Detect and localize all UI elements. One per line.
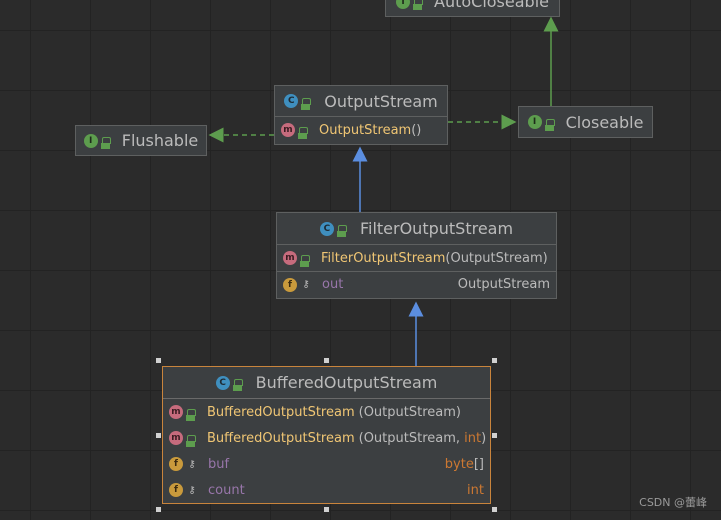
method-row[interactable]: m BufferedOutputStream (OutputStream): [163, 399, 490, 425]
public-lock-icon: [544, 118, 555, 131]
protected-key-icon: ⚷: [188, 484, 196, 496]
public-lock-icon: [186, 434, 196, 447]
method-params: (OutputStream): [358, 404, 461, 420]
resize-handle-w[interactable]: [156, 433, 161, 438]
method-name: BufferedOutputStream: [207, 404, 355, 420]
class-icon: C: [319, 221, 334, 236]
field-row[interactable]: f ⚷ buf byte[]: [163, 451, 490, 477]
method-row[interactable]: m BufferedOutputStream (OutputStream, in…: [163, 425, 490, 451]
resize-handle-se[interactable]: [492, 507, 497, 512]
resize-handle-s[interactable]: [324, 507, 329, 512]
field-type: OutputStream: [457, 277, 550, 292]
node-bufferedoutputstream-title: BufferedOutputStream: [255, 373, 438, 392]
node-flushable-header: I Flushable: [76, 126, 206, 155]
abstract-class-icon: C: [284, 94, 299, 108]
field-name: buf: [208, 456, 230, 472]
watermark: CSDN @蕾峰: [639, 496, 707, 509]
method-params-suffix: ): [481, 430, 487, 446]
public-lock-icon: [232, 379, 243, 391]
method-icon: m: [283, 251, 297, 265]
public-lock-icon: [298, 126, 308, 139]
field-type-suffix: []: [473, 456, 484, 472]
public-lock-icon: [413, 0, 423, 10]
node-filteroutputstream-title: FilterOutputStream: [359, 219, 514, 238]
node-outputstream-header: C OutputStream: [275, 86, 447, 117]
field-name: out: [322, 277, 344, 292]
field-type-keyword: int: [467, 482, 484, 498]
node-autocloseable[interactable]: I AutoCloseable: [385, 0, 560, 17]
method-name: BufferedOutputStream: [207, 430, 355, 446]
node-closeable[interactable]: I Closeable: [518, 106, 653, 138]
method-name: FilterOutputStream: [321, 250, 446, 266]
resize-handle-ne[interactable]: [492, 358, 497, 363]
field-row[interactable]: f ⚷ out OutputStream: [277, 271, 556, 297]
field-icon: f: [169, 483, 183, 497]
field-type-keyword: byte: [444, 456, 474, 472]
public-lock-icon: [100, 137, 111, 149]
method-row[interactable]: m FilterOutputStream (OutputStream): [277, 245, 556, 271]
public-lock-icon: [336, 225, 347, 237]
node-autocloseable-title: AutoCloseable: [434, 0, 549, 11]
resize-handle-sw[interactable]: [156, 507, 161, 512]
node-bufferedoutputstream-header: C BufferedOutputStream: [163, 367, 490, 399]
node-closeable-header: I Closeable: [519, 107, 652, 137]
field-icon: f: [283, 277, 297, 292]
method-params-keyword: int: [464, 430, 482, 446]
class-icon: C: [215, 375, 230, 390]
method-params-prefix: (OutputStream,: [358, 430, 465, 446]
method-icon: m: [169, 405, 183, 419]
node-outputstream-title: OutputStream: [324, 91, 438, 111]
node-outputstream[interactable]: C OutputStream m OutputStream(): [274, 85, 448, 145]
interface-icon: I: [396, 0, 410, 9]
node-autocloseable-header: I AutoCloseable: [386, 0, 559, 16]
method-params: (OutputStream): [445, 250, 548, 266]
node-filteroutputstream-header: C FilterOutputStream: [277, 213, 556, 245]
field-name: count: [208, 482, 245, 498]
method-params: (): [411, 122, 422, 138]
node-flushable-title: Flushable: [121, 131, 199, 150]
field-icon: f: [169, 457, 183, 471]
interface-icon: I: [527, 115, 542, 129]
node-flushable[interactable]: I Flushable: [75, 125, 207, 156]
protected-key-icon: ⚷: [302, 279, 310, 290]
node-closeable-title: Closeable: [565, 112, 644, 132]
public-lock-icon: [300, 254, 310, 267]
method-icon: m: [281, 123, 295, 137]
field-row[interactable]: f ⚷ count int: [163, 477, 490, 503]
interface-icon: I: [83, 133, 98, 148]
resize-handle-nw[interactable]: [156, 358, 161, 363]
method-row[interactable]: m OutputStream(): [275, 117, 447, 143]
public-lock-icon: [186, 408, 196, 421]
public-lock-icon: [301, 97, 312, 110]
node-bufferedoutputstream[interactable]: C BufferedOutputStream m BufferedOutputS…: [162, 366, 491, 504]
method-name: OutputStream: [319, 122, 412, 138]
resize-handle-n[interactable]: [324, 358, 329, 363]
protected-key-icon: ⚷: [188, 458, 196, 470]
resize-handle-e[interactable]: [492, 433, 497, 438]
method-icon: m: [169, 431, 183, 445]
node-filteroutputstream[interactable]: C FilterOutputStream m FilterOutputStrea…: [276, 212, 557, 299]
